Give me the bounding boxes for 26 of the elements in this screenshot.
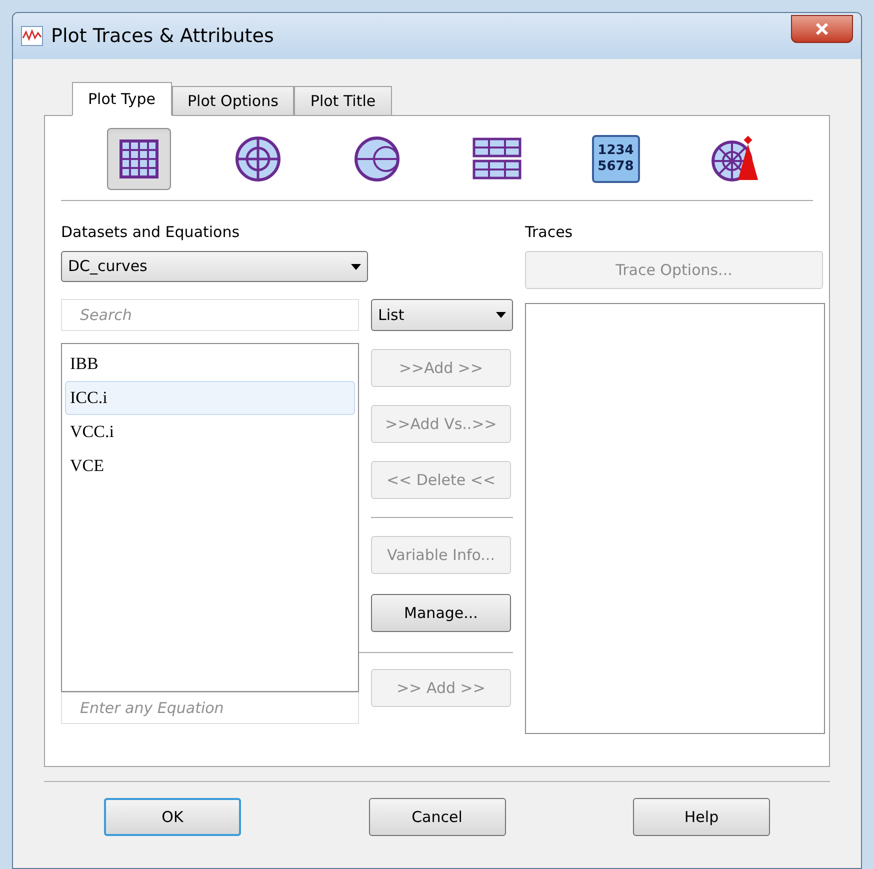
tab[interactable]: Plot Type [72, 82, 172, 116]
action-button[interactable]: Manage... [371, 594, 511, 632]
list-item[interactable]: VCE [65, 449, 355, 483]
close-button[interactable] [791, 15, 853, 43]
section-label: Traces [525, 222, 574, 241]
wave-icon [21, 26, 43, 46]
list-item[interactable]: ICC.i [65, 381, 355, 415]
caret-icon [496, 312, 506, 318]
dialog-button[interactable]: OK [104, 798, 241, 836]
dialog-button[interactable]: Cancel [368, 798, 506, 836]
close-icon [814, 22, 830, 36]
equation-field[interactable]: Enter any Equation [61, 692, 359, 724]
icon-digits: 1234 [598, 143, 634, 159]
search-field[interactable]: Search [61, 299, 359, 331]
icon-digits: 5678 [598, 159, 634, 175]
rectangular-plot-icon[interactable] [107, 128, 171, 190]
view-dropdown[interactable]: List [371, 299, 513, 331]
list-item[interactable]: IBB [65, 347, 355, 381]
caret-icon [351, 264, 361, 270]
window-title: Plot Traces & Attributes [51, 24, 275, 49]
section-label: Datasets and Equations [61, 222, 241, 241]
dataset-dropdown[interactable]: DC_curves [61, 251, 368, 282]
list-item[interactable]: VCC.i [65, 415, 355, 449]
tab[interactable]: Plot Title [294, 86, 392, 116]
tab[interactable]: Plot Options [172, 86, 294, 116]
dialog-button[interactable]: Help [633, 798, 770, 836]
